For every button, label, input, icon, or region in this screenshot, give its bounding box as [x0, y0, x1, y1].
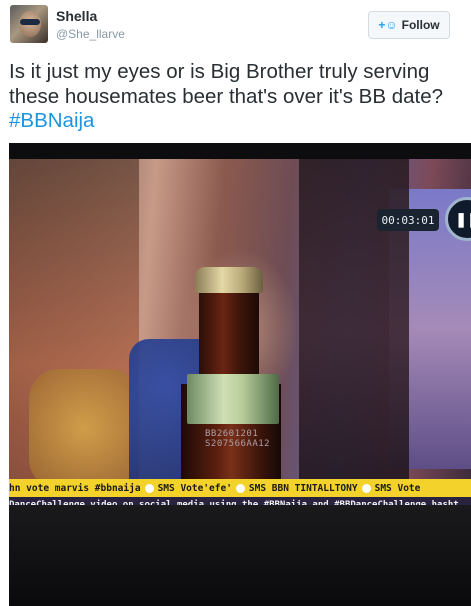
ticker-item: SMS Vote — [374, 482, 421, 494]
pause-icon: ❚❚ — [455, 210, 471, 227]
add-user-icon: +☺ — [378, 18, 398, 32]
ticker-dot-icon — [235, 483, 245, 493]
background-dress-yellow — [29, 369, 139, 489]
ticker-dot-icon — [144, 483, 154, 493]
tv-screen: BB2601201 S207566AA12 00:03:01 ❚❚ hn vot… — [9, 159, 471, 513]
user-name[interactable]: Shella — [56, 8, 97, 24]
beer-bottle-label — [187, 374, 279, 424]
ticker-top: hn vote marvis #bbnaija SMS Vote'efe' SM… — [9, 479, 471, 497]
video-timer: 00:03:01 — [377, 209, 439, 231]
beer-bottle-cap — [195, 267, 263, 293]
ticker-item: SMS Vote'efe' — [157, 482, 232, 494]
tweet-photo[interactable]: BB2601201 S207566AA12 00:03:01 ❚❚ hn vot… — [9, 143, 471, 606]
ticker-dot-icon — [361, 483, 371, 493]
ticker-item: SMS BBN TINTALLTONY — [248, 482, 358, 494]
ticker-item: hn vote marvis #bbnaija — [9, 482, 141, 494]
avatar-sunglasses — [20, 19, 40, 25]
hashtag-link[interactable]: #BBNaija — [9, 109, 94, 132]
user-handle[interactable]: @She_llarve — [56, 27, 125, 41]
tweet-text: Is it just my eyes or is Big Brother tru… — [9, 60, 467, 134]
tv-bezel — [9, 505, 471, 606]
avatar[interactable] — [10, 5, 48, 43]
follow-button-label: Follow — [401, 18, 440, 32]
bottle-date-stamp: BB2601201 S207566AA12 — [205, 429, 271, 449]
follow-button[interactable]: +☺ Follow — [368, 11, 450, 39]
tweet-body: Is it just my eyes or is Big Brother tru… — [9, 60, 444, 108]
